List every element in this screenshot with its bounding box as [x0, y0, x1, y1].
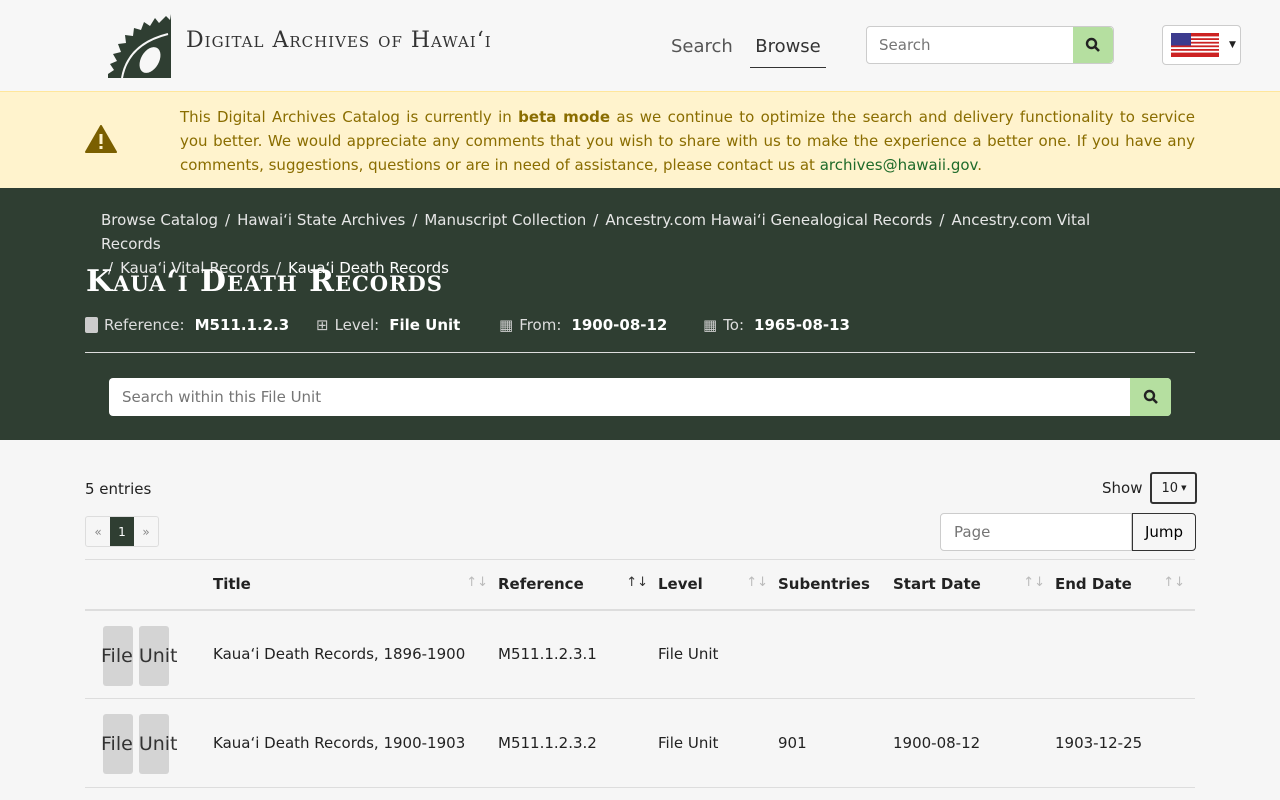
file-unit-search-button[interactable] [1130, 378, 1171, 416]
breadcrumb-item[interactable]: Ancestry.com Hawai‘i Genealogical Record… [605, 211, 932, 229]
search-icon [1085, 37, 1100, 52]
alert-text-a: This Digital Archives Catalog is current… [180, 108, 519, 126]
row-subentries [778, 609, 893, 699]
sort-icon: ↑↓ [1163, 575, 1185, 591]
page-title: Kaua‘i Death Records [86, 264, 443, 299]
logo-icon[interactable] [108, 14, 172, 78]
beta-alert: This Digital Archives Catalog is current… [0, 91, 1280, 188]
next-page[interactable]: » [134, 517, 158, 546]
header-search-input[interactable] [867, 27, 1073, 63]
show-label: Show [1102, 479, 1143, 497]
breadcrumb-item[interactable]: Browse Catalog [101, 211, 218, 229]
col-end-date[interactable]: End Date ↑↓ [1055, 559, 1195, 611]
alert-bold: beta mode [518, 108, 611, 126]
page-jump: Jump [940, 513, 1196, 551]
page-input[interactable] [940, 513, 1132, 551]
reference-value: M511.1.2.3 [194, 316, 290, 334]
table-row[interactable]: File Unit Kaua‘i Death Records, 1896-190… [85, 609, 1195, 699]
header-search [866, 26, 1114, 64]
header-search-button[interactable] [1073, 27, 1113, 63]
row-title[interactable]: Kaua‘i Death Records, 1900-1903 [213, 698, 498, 788]
row-start: 1900-08-12 [893, 698, 1055, 788]
prev-page[interactable]: « [86, 517, 110, 546]
search-icon [1143, 389, 1158, 404]
page-size-value: 10 [1161, 480, 1179, 496]
nav-browse[interactable]: Browse [750, 36, 826, 68]
warning-icon [85, 125, 117, 153]
file-unit-icon-cell: File Unit [85, 609, 213, 699]
language-selector[interactable]: ▼ [1162, 25, 1241, 65]
meta-reference: Reference: M511.1.2.3 [85, 316, 289, 334]
nav-search[interactable]: Search [671, 36, 733, 57]
sort-icon: ↑↓ [466, 575, 488, 591]
sort-icon: ↑↓ [746, 575, 768, 591]
row-end: 1903-12-25 [1055, 698, 1195, 788]
page-1[interactable]: 1 [110, 517, 134, 546]
icon-label: File Unit [101, 733, 178, 755]
meta-level: ⊞ Level: File Unit [316, 316, 460, 334]
chevron-down-icon: ▼ [1229, 40, 1236, 50]
header: Digital Archives of Hawaiʻi Search Brows… [0, 0, 1280, 91]
row-subentries: 901 [778, 698, 893, 788]
level-value: File Unit [389, 316, 461, 334]
col-level[interactable]: Level ↑↓ [658, 559, 778, 611]
caret-down-icon: ▼ [1181, 484, 1187, 492]
from-label: From: [519, 316, 562, 334]
hierarchy-icon: ⊞ [316, 316, 329, 334]
row-end [1055, 609, 1195, 699]
sort-asc-icon: ↑↓ [626, 575, 648, 591]
us-flag-icon [1171, 33, 1219, 57]
record-header: Browse Catalog / Hawai‘i State Archives / Ma… [0, 188, 1280, 440]
alert-text: This Digital Archives Catalog is current… [180, 105, 1195, 177]
col-label: Title [213, 575, 251, 594]
from-value: 1900-08-12 [571, 316, 668, 334]
row-reference: M511.1.2.3.2 [498, 698, 658, 788]
col-title[interactable]: Title ↑↓ [213, 559, 498, 611]
meta-from: ▦ From: 1900-08-12 [499, 316, 667, 334]
reference-label: Reference: [104, 316, 185, 334]
calendar-icon: ▦ [499, 316, 514, 334]
site-title[interactable]: Digital Archives of Hawaiʻi [186, 28, 492, 53]
icon-label: File Unit [101, 644, 178, 667]
col-label: Reference [498, 575, 584, 594]
row-level: File Unit [658, 698, 778, 788]
col-start-date[interactable]: Start Date ↑↓ [893, 559, 1055, 611]
breadcrumb-item[interactable]: Manuscript Collection [424, 211, 586, 229]
row-level: File Unit [658, 609, 778, 699]
col-label: Level [658, 575, 703, 594]
to-value: 1965-08-13 [754, 316, 850, 334]
to-label: To: [723, 316, 745, 334]
col-label: End Date [1055, 575, 1132, 594]
file-unit-icon-cell: File Unit [85, 698, 213, 788]
file-unit-search [109, 378, 1171, 416]
page-size: Show 10 ▼ [1102, 472, 1198, 504]
col-reference[interactable]: Reference ↑↓ [498, 559, 658, 611]
jump-button[interactable]: Jump [1132, 513, 1196, 551]
row-title[interactable]: Kaua‘i Death Records, 1896-1900 [213, 609, 498, 699]
row-start [893, 609, 1055, 699]
pagination: « 1 » [85, 516, 159, 547]
row-reference: M511.1.2.3.1 [498, 609, 658, 699]
book-icon [85, 317, 98, 333]
table-row[interactable]: File Unit Kaua‘i Death Records, 1900-190… [85, 698, 1195, 788]
col-subentries: Subentries [778, 559, 893, 611]
icon-header [85, 559, 213, 611]
calendar-icon: ▦ [703, 316, 718, 334]
col-label: Subentries [778, 575, 870, 594]
divider [85, 352, 1195, 353]
sort-icon: ↑↓ [1023, 575, 1045, 591]
entries-count: 5 entries [85, 480, 152, 498]
alert-end: . [977, 156, 983, 174]
entries-table: Title ↑↓ Reference ↑↓ Level ↑↓ Subentries S… [85, 559, 1195, 788]
page-size-select[interactable]: 10 ▼ [1150, 472, 1198, 504]
meta-to: ▦ To: 1965-08-13 [703, 316, 850, 334]
col-label: Start Date [893, 575, 981, 594]
breadcrumb-item[interactable]: Hawai‘i State Archives [237, 211, 405, 229]
file-unit-search-input[interactable] [109, 378, 1130, 416]
level-label: Level: [334, 316, 380, 334]
email-link[interactable]: archives@hawaii.gov [820, 156, 978, 174]
